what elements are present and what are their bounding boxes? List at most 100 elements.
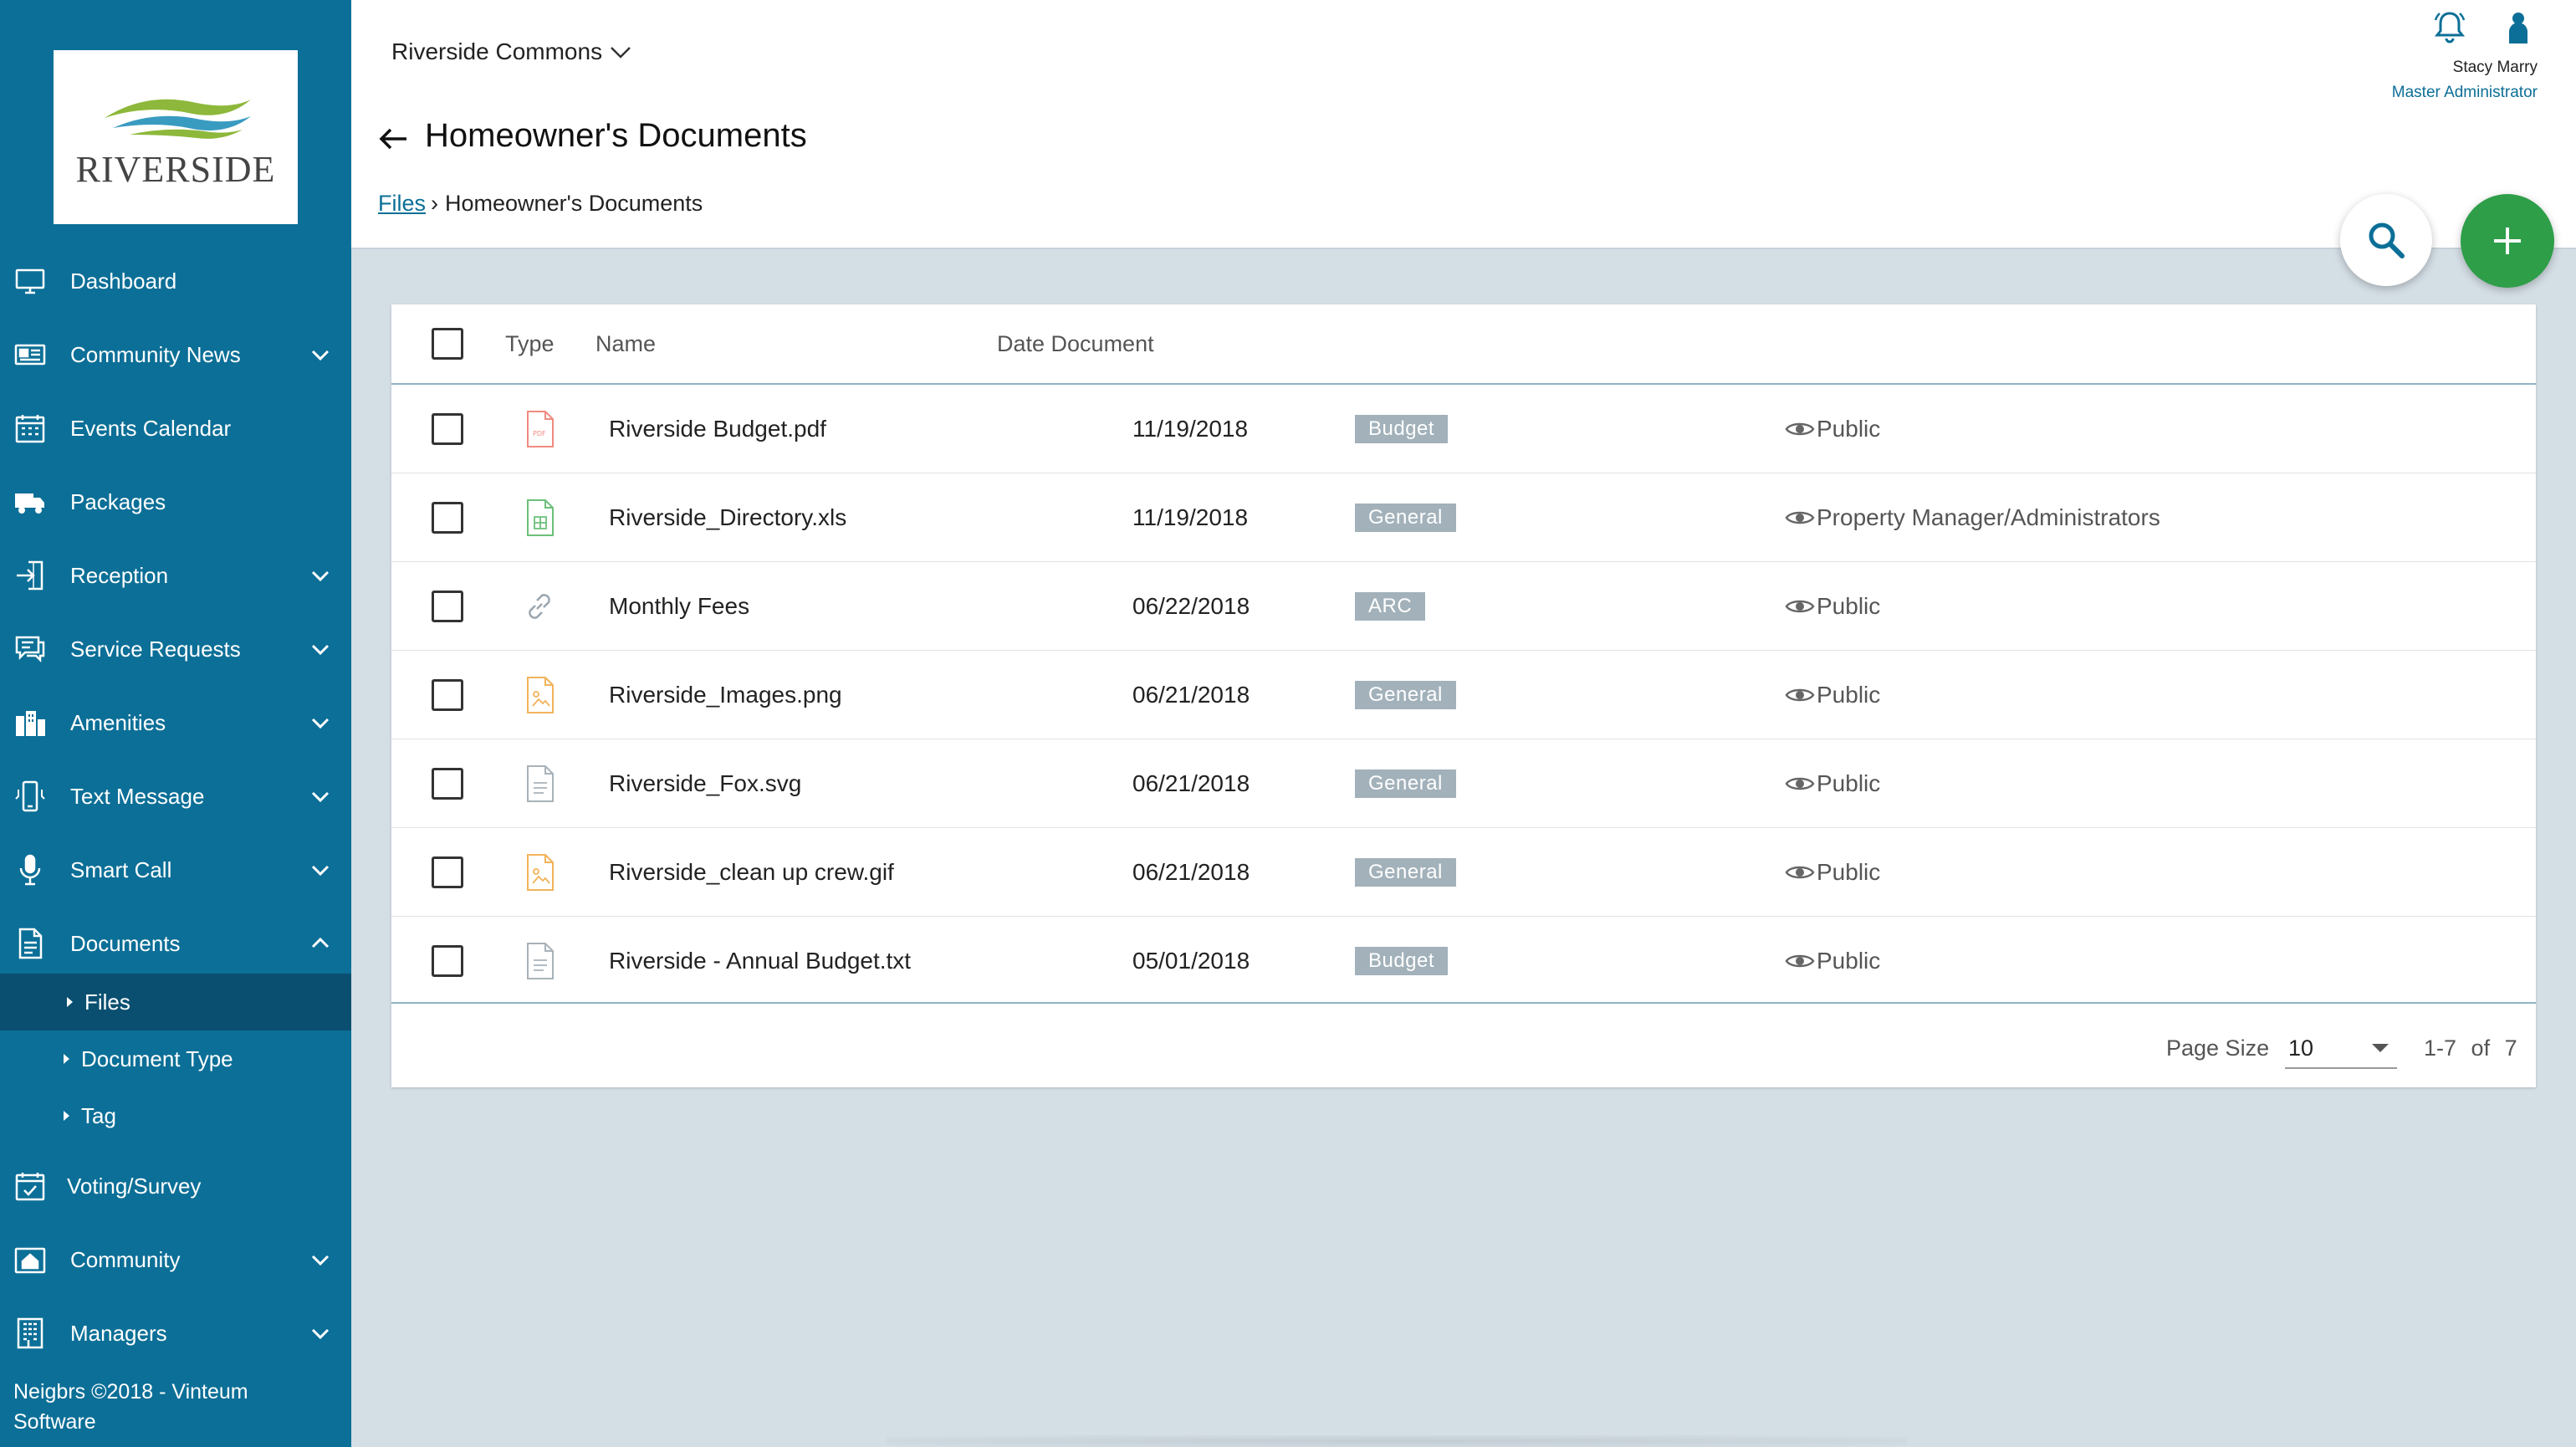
sidebar-item-label: Service Requests: [70, 636, 241, 662]
select-all-checkbox[interactable]: [432, 328, 463, 360]
visibility-label: Public: [1817, 859, 1881, 885]
file-name[interactable]: Riverside_Images.png: [609, 682, 842, 708]
page-size-select[interactable]: 10: [2285, 1029, 2397, 1069]
table-row[interactable]: Riverside_clean up crew.gif 06/21/2018 G…: [391, 828, 2536, 917]
visibility-label: Public: [1817, 593, 1881, 619]
sidebar-item-reception[interactable]: Reception: [0, 550, 351, 601]
file-date: 06/21/2018: [1132, 859, 1250, 885]
chevron-down-icon[interactable]: [308, 342, 333, 367]
back-arrow-icon[interactable]: [376, 122, 410, 156]
riverside-logo[interactable]: RIVERSIDE: [54, 50, 298, 224]
file-name[interactable]: Riverside - Annual Budget.txt: [609, 948, 911, 974]
row-checkbox[interactable]: [432, 856, 463, 888]
tag-badge: Budget: [1355, 947, 1449, 975]
search-button[interactable]: [2340, 194, 2432, 286]
column-header-name[interactable]: Name: [595, 331, 656, 357]
image-file-icon: [527, 854, 554, 891]
sidebar-item-label: Managers: [70, 1320, 167, 1346]
file-name[interactable]: Riverside_Fox.svg: [609, 770, 801, 797]
sidebar-item-packages[interactable]: Packages: [0, 477, 351, 527]
page-title: Homeowner's Documents: [425, 117, 807, 154]
sidebar-item-events-calendar[interactable]: Events Calendar: [0, 403, 351, 453]
spreadsheet-file-icon: [527, 499, 554, 536]
sidebar-subitem-tag[interactable]: Tag: [0, 1087, 351, 1144]
file-name[interactable]: Riverside_clean up crew.gif: [609, 859, 894, 886]
table-row[interactable]: Riverside - Annual Budget.txt 05/01/2018…: [391, 917, 2536, 1005]
file-name[interactable]: Monthly Fees: [609, 593, 749, 620]
row-checkbox[interactable]: [432, 945, 463, 977]
row-checkbox[interactable]: [432, 679, 463, 711]
sidebar-item-voting-survey[interactable]: Voting/Survey: [0, 1161, 351, 1211]
sidebar-item-community-news[interactable]: Community News: [0, 330, 351, 380]
svg-text:PDF: PDF: [533, 430, 546, 437]
sidebar-item-label: Smart Call: [70, 856, 172, 882]
page-range-of: of: [2471, 1035, 2491, 1061]
eye-icon: [1785, 688, 1815, 702]
visibility: Public: [1785, 593, 1880, 620]
chevron-down-icon[interactable]: [308, 563, 333, 588]
table-row[interactable]: PDF Riverside Budget.pdf 11/19/2018 Budg…: [391, 385, 2536, 473]
chevron-down-icon[interactable]: [308, 784, 333, 809]
breadcrumb-link-files[interactable]: Files: [378, 191, 426, 217]
chevron-down-icon[interactable]: [308, 1321, 333, 1346]
sidebar-item-managers[interactable]: Managers: [0, 1308, 351, 1358]
sidebar-item-label: Packages: [70, 488, 166, 514]
sidebar-item-label: Voting/Survey: [67, 1173, 202, 1199]
page-range-total: 7: [2504, 1035, 2517, 1061]
sidebar-item-documents[interactable]: Documents: [0, 918, 351, 969]
chevron-down-icon[interactable]: [308, 710, 333, 735]
caret-right-icon: [67, 997, 73, 1007]
visibility: Public: [1785, 770, 1880, 797]
image-file-icon: [527, 677, 554, 713]
add-file-button[interactable]: [2461, 194, 2554, 288]
sidebar-subitem-document-type[interactable]: Document Type: [0, 1030, 351, 1087]
visibility-label: Public: [1817, 948, 1881, 974]
chevron-up-icon[interactable]: [308, 931, 333, 956]
eye-icon: [1785, 511, 1815, 524]
table-row[interactable]: Riverside_Directory.xls 11/19/2018 Gener…: [391, 473, 2536, 562]
building-icon: [12, 704, 49, 741]
file-date: 06/22/2018: [1132, 593, 1250, 619]
row-checkbox[interactable]: [432, 413, 463, 445]
sidebar-item-amenities[interactable]: Amenities: [0, 698, 351, 748]
visibility-label: Public: [1817, 770, 1881, 796]
chevron-down-icon[interactable]: [308, 1247, 333, 1272]
sidebar-item-service-requests[interactable]: Service Requests: [0, 624, 351, 674]
row-checkbox[interactable]: [432, 591, 463, 622]
logo-text: RIVERSIDE: [75, 148, 276, 190]
sidebar-item-dashboard[interactable]: Dashboard: [0, 256, 351, 306]
sidebar-subitem-files[interactable]: Files: [0, 974, 351, 1030]
page-size-label: Page Size: [2166, 1035, 2270, 1061]
row-checkbox[interactable]: [432, 768, 463, 800]
sidebar-item-label: Events Calendar: [70, 415, 232, 441]
tag-badge: ARC: [1355, 592, 1426, 621]
user-avatar-icon[interactable]: [2499, 8, 2538, 47]
bell-icon[interactable]: [2430, 8, 2469, 47]
chevron-right-icon: ›: [431, 191, 439, 216]
table-row[interactable]: Riverside_Images.png 06/21/2018 General …: [391, 651, 2536, 739]
sidebar-item-community[interactable]: Community: [0, 1235, 351, 1285]
column-header-type[interactable]: Type: [505, 331, 555, 357]
newspaper-icon: [12, 336, 49, 373]
tag-badge: Budget: [1355, 415, 1449, 443]
file-name[interactable]: Riverside_Directory.xls: [609, 504, 846, 531]
chevron-down-icon[interactable]: [308, 857, 333, 882]
home-icon: [12, 1241, 49, 1278]
pagination: Page Size 10 1-7 of 7: [391, 1002, 2536, 1087]
column-header-date[interactable]: Date Document: [997, 331, 1154, 357]
sidebar-item-label: Text Message: [70, 783, 205, 809]
sidebar: RIVERSIDE Dashboard Community News Event…: [0, 0, 351, 1447]
row-checkbox[interactable]: [432, 502, 463, 534]
chevron-down-icon[interactable]: [308, 637, 333, 662]
calendar-icon: [12, 410, 49, 447]
sidebar-item-smart-call[interactable]: Smart Call: [0, 845, 351, 895]
caret-right-icon: [64, 1054, 69, 1064]
link-icon: [529, 594, 550, 619]
sidebar-subitem-label: Files: [84, 989, 130, 1015]
table-row[interactable]: Riverside_Fox.svg 06/21/2018 General Pub…: [391, 739, 2536, 828]
visibility-label: Public: [1817, 682, 1881, 708]
table-row[interactable]: Monthly Fees 06/22/2018 ARC Public: [391, 562, 2536, 651]
sidebar-item-text-message[interactable]: Text Message: [0, 771, 351, 821]
file-name[interactable]: Riverside Budget.pdf: [609, 416, 826, 442]
community-selector[interactable]: Riverside Commons: [391, 38, 632, 65]
